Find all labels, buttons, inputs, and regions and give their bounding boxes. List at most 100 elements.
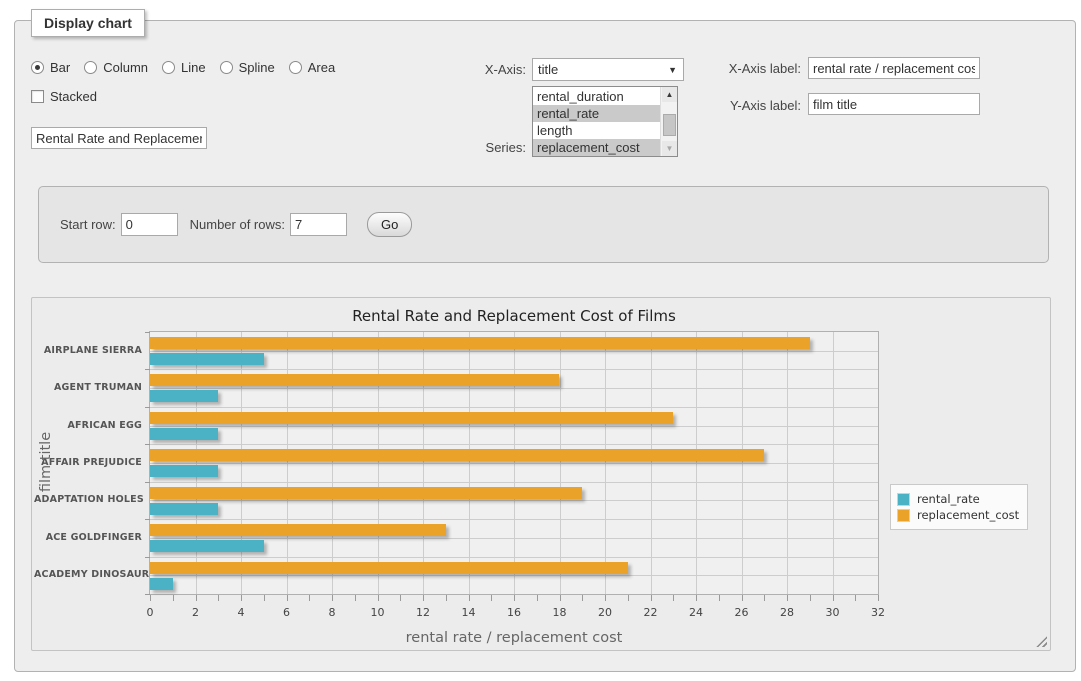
gridline-horizontal xyxy=(150,482,878,483)
num-rows-label: Number of rows: xyxy=(190,217,285,232)
x-tick-mark xyxy=(309,595,310,601)
y-category-label: AIRPLANE SIERRA xyxy=(34,345,142,356)
x-tick-mark xyxy=(241,595,242,601)
x-tick-mark xyxy=(628,595,629,601)
x-tick-mark xyxy=(605,595,606,601)
x-axis-label-field-label: X-Axis label: xyxy=(665,61,801,76)
stacked-checkbox-row: Stacked xyxy=(31,89,105,104)
series-list-label: Series: xyxy=(395,140,526,155)
x-tick-mark xyxy=(332,595,333,601)
chart-container: Rental Rate and Replacement Cost of Film… xyxy=(31,297,1051,651)
chart-type-radio-label: Bar xyxy=(50,60,70,75)
x-tick-mark xyxy=(673,595,674,601)
fieldset-legend: Display chart xyxy=(31,9,145,37)
legend-swatch xyxy=(897,493,910,506)
page: Display chart BarColumnLineSplineArea St… xyxy=(0,0,1081,681)
y-tick-mark xyxy=(145,444,150,445)
series-option-length[interactable]: length xyxy=(533,122,660,139)
chart-type-radio-line[interactable] xyxy=(162,61,175,74)
x-tick-label: 32 xyxy=(871,606,885,619)
bar-rental-rate xyxy=(150,390,218,402)
legend-label: rental_rate xyxy=(917,492,980,506)
scroll-down-icon[interactable]: ▼ xyxy=(662,141,677,156)
chart-type-radio-column[interactable] xyxy=(84,61,97,74)
gridline-horizontal xyxy=(150,426,878,427)
x-tick-mark xyxy=(764,595,765,601)
x-tick-mark xyxy=(196,595,197,601)
bar-rental-rate xyxy=(150,578,173,590)
x-axis-title: rental rate / replacement cost xyxy=(150,630,878,646)
start-row-input[interactable] xyxy=(121,213,178,236)
scrollbar-thumb[interactable] xyxy=(663,114,676,136)
gridline-horizontal xyxy=(150,444,878,445)
x-tick-label: 16 xyxy=(507,606,521,619)
gridline-horizontal xyxy=(150,463,878,464)
bar-replacement-cost xyxy=(150,487,582,499)
x-tick-mark xyxy=(878,595,879,601)
x-tick-label: 30 xyxy=(826,606,840,619)
gridline-horizontal xyxy=(150,519,878,520)
chart-type-radio-label: Spline xyxy=(239,60,275,75)
series-option-replacement_cost[interactable]: replacement_cost xyxy=(533,139,660,156)
x-tick-label: 20 xyxy=(598,606,612,619)
chart-type-radio-group: BarColumnLineSplineArea xyxy=(31,57,343,77)
x-tick-mark xyxy=(560,595,561,601)
x-tick-mark xyxy=(446,595,447,601)
bar-replacement-cost xyxy=(150,524,446,536)
gridline-horizontal xyxy=(150,500,878,501)
x-axis-selected-value: title xyxy=(538,62,558,77)
x-tick-mark xyxy=(469,595,470,601)
x-tick-label: 0 xyxy=(147,606,154,619)
gridline-horizontal xyxy=(150,388,878,389)
bar-replacement-cost xyxy=(150,562,628,574)
x-tick-mark xyxy=(833,595,834,601)
bar-replacement-cost xyxy=(150,337,810,349)
y-axis-title: film title xyxy=(38,362,54,562)
x-tick-label: 22 xyxy=(644,606,658,619)
resize-grip-icon[interactable] xyxy=(1036,636,1047,647)
y-axis-label-input[interactable] xyxy=(808,93,980,115)
x-tick-label: 2 xyxy=(192,606,199,619)
bar-replacement-cost xyxy=(150,412,673,424)
x-tick-mark xyxy=(696,595,697,601)
gridline-horizontal xyxy=(150,351,878,352)
x-tick-label: 6 xyxy=(283,606,290,619)
x-tick-label: 24 xyxy=(689,606,703,619)
x-tick-label: 4 xyxy=(238,606,245,619)
gridline-horizontal xyxy=(150,575,878,576)
x-tick-mark xyxy=(719,595,720,601)
bar-replacement-cost xyxy=(150,449,764,461)
num-rows-input[interactable] xyxy=(290,213,347,236)
x-tick-label: 14 xyxy=(462,606,476,619)
chart-type-radio-area[interactable] xyxy=(289,61,302,74)
y-tick-mark xyxy=(145,557,150,558)
bar-rental-rate xyxy=(150,465,218,477)
x-axis-select-label: X-Axis: xyxy=(395,62,526,77)
chart-type-radio-label: Column xyxy=(103,60,148,75)
x-tick-mark xyxy=(287,595,288,601)
y-tick-mark xyxy=(145,369,150,370)
x-tick-mark xyxy=(264,595,265,601)
y-tick-mark xyxy=(145,407,150,408)
series-listbox[interactable]: rental_durationrental_ratelengthreplacem… xyxy=(532,86,678,157)
chart-title: Rental Rate and Replacement Cost of Film… xyxy=(150,307,878,325)
series-option-rental_duration[interactable]: rental_duration xyxy=(533,88,660,105)
x-tick-mark xyxy=(742,595,743,601)
x-tick-mark xyxy=(787,595,788,601)
bar-rental-rate xyxy=(150,503,218,515)
chart-type-radio-spline[interactable] xyxy=(220,61,233,74)
go-button[interactable]: Go xyxy=(367,212,412,237)
bar-replacement-cost xyxy=(150,374,559,386)
x-tick-label: 26 xyxy=(735,606,749,619)
legend-item: rental_rate xyxy=(897,492,1019,506)
series-option-rental_rate[interactable]: rental_rate xyxy=(533,105,660,122)
x-tick-mark xyxy=(855,595,856,601)
stacked-checkbox[interactable] xyxy=(31,90,44,103)
chart-title-input[interactable] xyxy=(31,127,207,149)
legend-swatch xyxy=(897,509,910,522)
chart-type-radio-bar[interactable] xyxy=(31,61,44,74)
x-tick-mark xyxy=(400,595,401,601)
x-axis-select[interactable]: title ▼ xyxy=(532,58,684,81)
x-tick-mark xyxy=(514,595,515,601)
x-axis-label-input[interactable] xyxy=(808,57,980,79)
